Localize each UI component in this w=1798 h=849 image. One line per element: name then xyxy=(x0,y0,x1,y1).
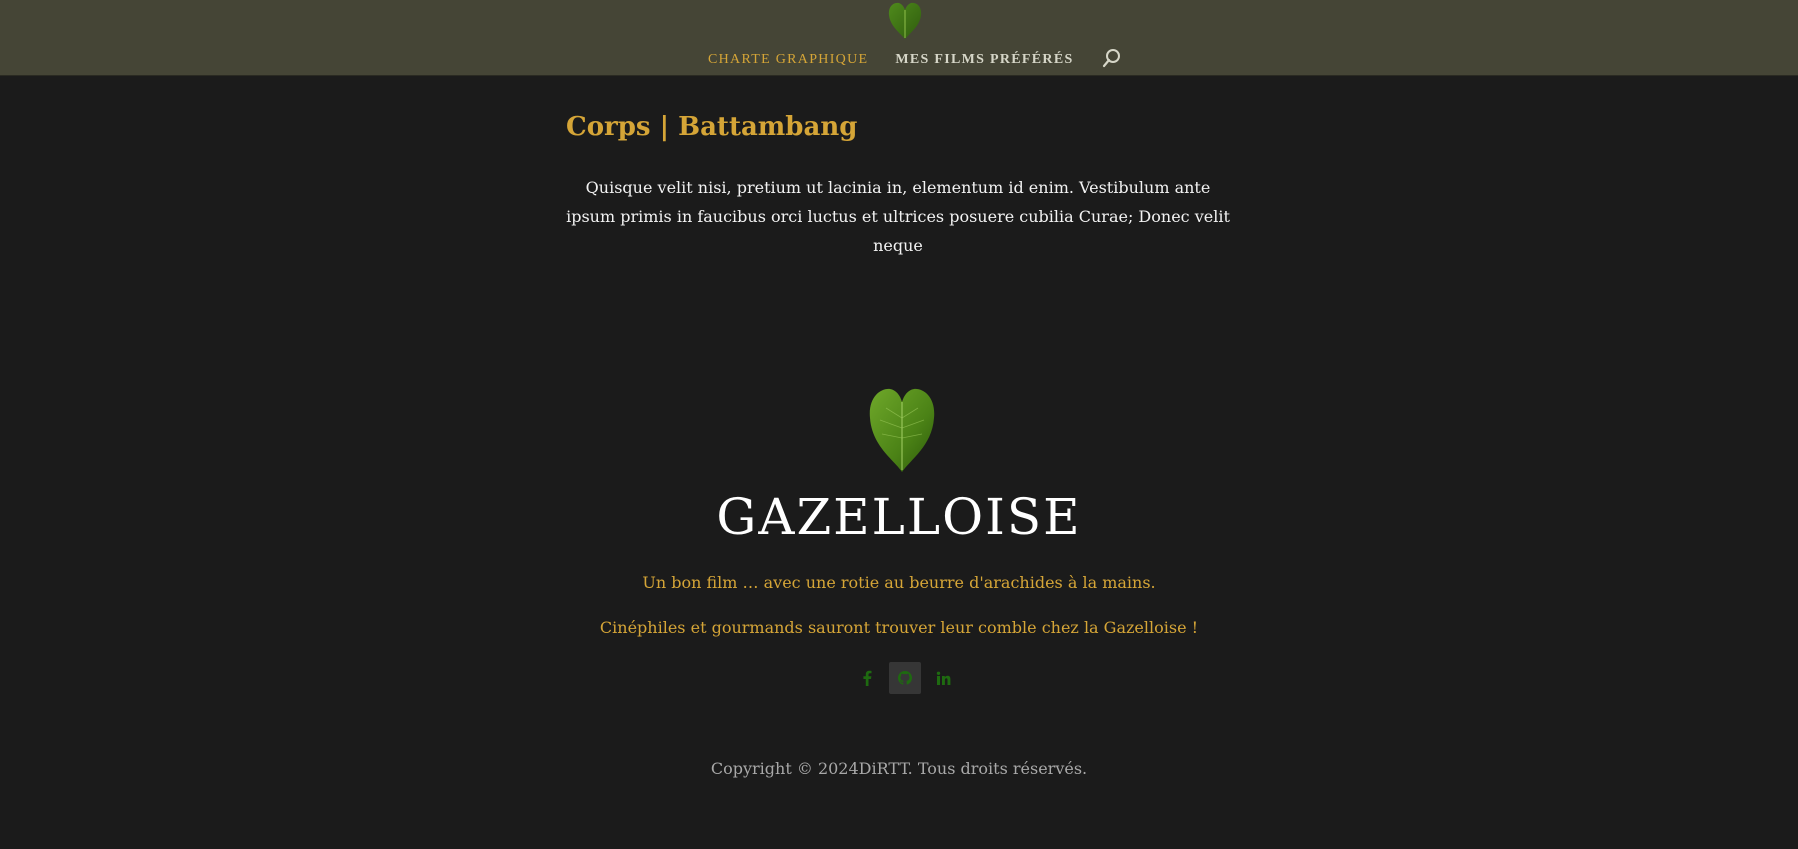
linkedin-icon xyxy=(936,671,950,685)
nav-charte-graphique[interactable]: CHARTE GRAPHIQUE xyxy=(708,52,868,68)
facebook-icon xyxy=(863,670,872,686)
social-links xyxy=(851,662,959,694)
linkedin-link[interactable] xyxy=(927,662,959,694)
leaf-heart-logo-icon xyxy=(869,388,935,472)
brand-name: GAZELLOISE xyxy=(716,488,1082,546)
section-title: Corps | Battambang xyxy=(566,112,858,142)
main-nav: CHARTE GRAPHIQUE MES FILMS PRÉFÉRÉS xyxy=(708,48,1122,70)
leaf-heart-icon[interactable] xyxy=(886,0,924,40)
search-icon[interactable] xyxy=(1102,48,1122,68)
github-link[interactable] xyxy=(889,662,921,694)
tagline-primary: Un bon film … avec une rotie au beurre d… xyxy=(642,573,1156,592)
nav-mes-films-preferes[interactable]: MES FILMS PRÉFÉRÉS xyxy=(895,52,1073,68)
copyright-text: Copyright © 2024DiRTT. Tous droits réser… xyxy=(710,759,1088,778)
site-header: CHARTE GRAPHIQUE MES FILMS PRÉFÉRÉS xyxy=(0,0,1798,76)
section-body-text: Quisque velit nisi, pretium ut lacinia i… xyxy=(566,178,1230,255)
tagline-secondary: Cinéphiles et gourmands sauront trouver … xyxy=(599,618,1199,637)
github-icon xyxy=(898,671,912,685)
facebook-link[interactable] xyxy=(851,662,883,694)
